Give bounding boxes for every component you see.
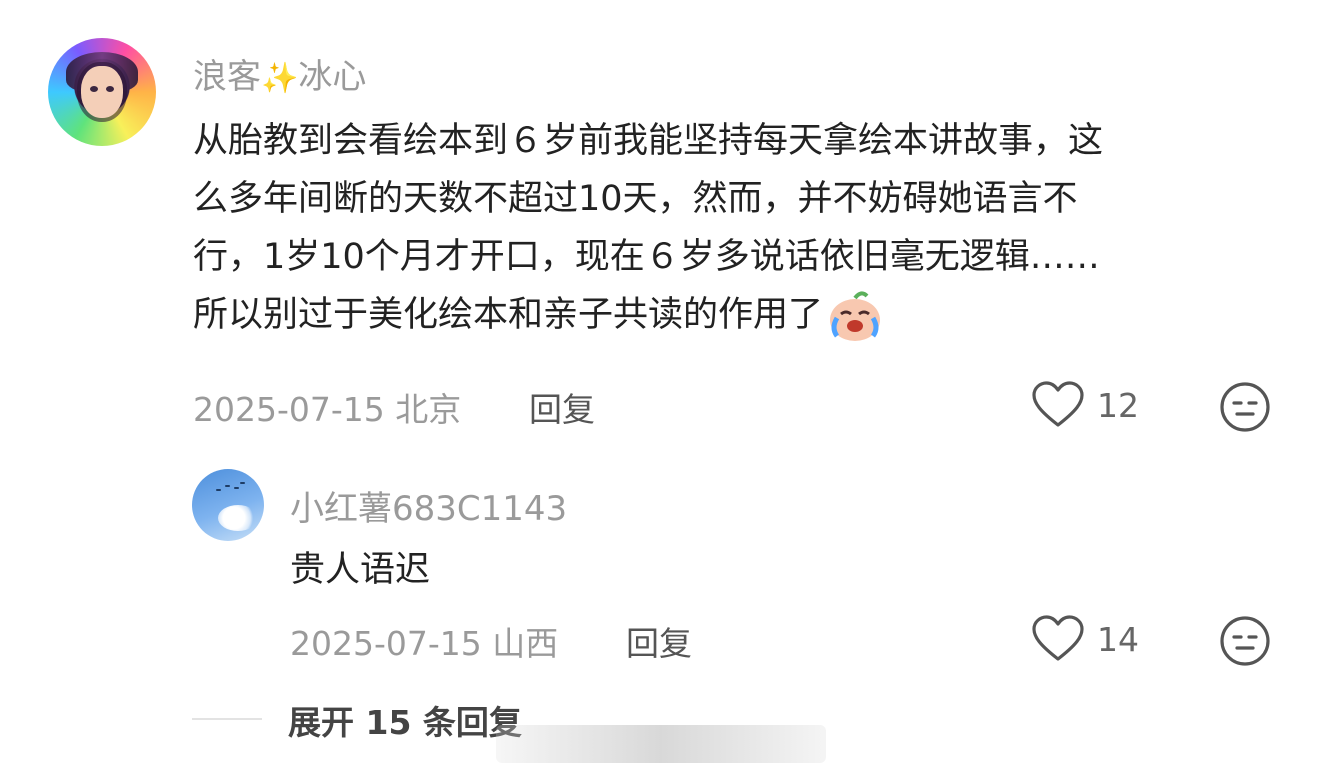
reply-meta: 2025-07-15 山西 — [290, 617, 558, 665]
reply-body: 贵人语迟 — [290, 550, 431, 590]
reply-reply-button[interactable]: 回复 — [626, 617, 692, 665]
heart-icon — [1032, 615, 1084, 661]
reply-like-count: 14 — [1097, 620, 1139, 659]
neutral-face-icon — [1220, 382, 1270, 432]
comment-line: 所以别过于美化绘本和亲子共读的作用了 — [193, 286, 1283, 344]
comment-date: 2025-07-15 — [193, 390, 385, 429]
sparkles-icon: ✨ — [261, 61, 299, 96]
watermark — [496, 725, 826, 763]
comment-body: 从胎教到会看绘本到６岁前我能坚持每天拿绘本讲故事，这 么多年间断的天数不超过10… — [193, 112, 1283, 344]
expand-replies-button[interactable]: 展开 15 条回复 — [288, 696, 522, 744]
expand-divider — [192, 718, 262, 720]
dislike-button[interactable] — [1219, 381, 1271, 433]
reply-button[interactable]: 回复 — [529, 383, 595, 431]
reply-date: 2025-07-15 — [290, 624, 482, 663]
comment-username[interactable]: 浪客✨冰心 — [193, 49, 366, 98]
heart-icon — [1032, 381, 1084, 427]
reply-username[interactable]: 小红薯683C1143 — [290, 481, 567, 530]
crying-face-emoji-icon — [827, 290, 883, 342]
comment-meta: 2025-07-15 北京 — [193, 383, 461, 431]
comment-location: 北京 — [395, 390, 462, 429]
username-text: 浪客 — [193, 57, 261, 97]
reply-user-avatar[interactable] — [192, 469, 264, 541]
reply-like-button[interactable] — [1032, 615, 1084, 663]
comment-line: 么多年间断的天数不超过10天，然而，并不妨碍她语言不 — [193, 179, 1078, 219]
like-count: 12 — [1097, 386, 1139, 425]
like-button[interactable] — [1032, 381, 1084, 429]
reply-dislike-button[interactable] — [1219, 615, 1271, 667]
username-suffix: 冰心 — [298, 57, 367, 97]
neutral-face-icon — [1220, 616, 1270, 666]
reply-location: 山西 — [492, 624, 559, 663]
user-avatar[interactable] — [48, 38, 156, 146]
comment-line: 从胎教到会看绘本到６岁前我能坚持每天拿绘本讲故事，这 — [193, 121, 1104, 161]
comment-line: 行，1岁10个月才开口，现在６岁多说话依旧毫无逻辑…… — [193, 237, 1100, 277]
